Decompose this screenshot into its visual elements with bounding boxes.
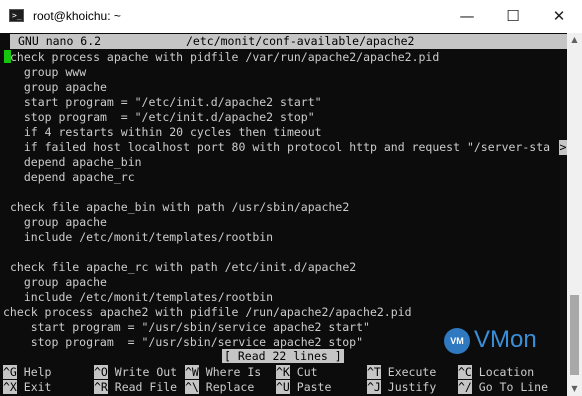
editor-line[interactable]: start program = "/usr/sbin/service apach… [3, 320, 370, 335]
scrollbar-thumb[interactable] [570, 295, 579, 375]
shortcut-label: Location [471, 365, 535, 379]
maximize-button[interactable]: ☐ [490, 0, 536, 33]
editor-line[interactable]: stop program = "/etc/init.d/apache2 stop… [10, 110, 315, 125]
shortcut-key: ^U [276, 380, 290, 394]
shortcut-item: ^X Exit [3, 380, 51, 395]
shortcut-key: ^O [94, 365, 108, 379]
terminal-icon: >_ [9, 9, 24, 22]
shortcut-item: ^U Paste [276, 380, 331, 395]
shortcut-label: Read File [107, 380, 178, 394]
shortcut-key: ^\ [185, 380, 199, 394]
shortcut-label: Replace [198, 380, 255, 394]
editor-line[interactable]: depend apache_rc [10, 170, 135, 185]
shortcut-label: Write Out [107, 365, 178, 379]
scroll-up-arrow-icon[interactable]: ▲ [567, 33, 582, 47]
line-overflow-marker: > [559, 140, 567, 155]
window-title: root@khoichu: ~ [33, 9, 121, 23]
shortcut-item: ^K Cut [276, 365, 318, 380]
shortcut-item: ^W Where Is [185, 365, 261, 380]
vertical-scrollbar[interactable]: ▲ ▼ [567, 33, 582, 396]
shortcut-item: ^G Help [3, 365, 51, 380]
shortcut-label: Cut [289, 365, 318, 379]
editor-line[interactable]: check process apache2 with pidfile /run/… [3, 305, 412, 320]
nano-version: GNU nano 6.2 [18, 34, 102, 48]
shortcut-label: Paste [289, 380, 332, 394]
editor-line[interactable]: stop program = "/usr/sbin/service apache… [3, 335, 363, 350]
shortcut-item: ^/ Go To Line [458, 380, 548, 395]
shortcut-item: ^\ Replace [185, 380, 254, 395]
shortcut-item: ^R Read File [94, 380, 177, 395]
shortcut-label: Where Is [198, 365, 262, 379]
vmon-logo-text: VMon [474, 326, 537, 353]
vmon-logo-icon: VM [444, 328, 470, 354]
editor-line[interactable]: group apache [10, 215, 107, 230]
editor-line[interactable]: include /etc/monit/templates/rootbin [10, 230, 273, 245]
shortcut-item: ^C Location [458, 365, 534, 380]
nano-header-bar: GNU nano 6.2 /etc/monit/conf-available/a… [10, 34, 567, 49]
shortcut-key: ^K [276, 365, 290, 379]
shortcut-key: ^C [458, 365, 472, 379]
editor-line[interactable]: check file apache_bin with path /usr/sbi… [10, 200, 349, 215]
shortcut-key: ^T [367, 365, 381, 379]
editor-line[interactable]: include /etc/monit/templates/rootbin [10, 290, 273, 305]
shortcut-label: Go To Line [471, 380, 549, 394]
editor-line[interactable]: start program = "/etc/init.d/apache2 sta… [10, 95, 322, 110]
editor-line[interactable]: check file apache_rc with path /etc/init… [10, 260, 356, 275]
shortcut-item: ^J Justify [367, 380, 436, 395]
editor-line[interactable]: group apache [10, 80, 107, 95]
shortcut-key: ^R [94, 380, 108, 394]
editor-line[interactable]: if 4 restarts within 20 cycles then time… [10, 125, 322, 140]
shortcut-label: Justify [380, 380, 437, 394]
minimize-button[interactable]: — [444, 0, 490, 33]
shortcut-key: ^J [367, 380, 381, 394]
shortcut-item: ^O Write Out [94, 365, 177, 380]
editor-line[interactable]: group apache [10, 275, 107, 290]
editor-line[interactable]: group www [10, 65, 86, 80]
shortcut-key: ^W [185, 365, 199, 379]
terminal-area[interactable]: GNU nano 6.2 /etc/monit/conf-available/a… [0, 33, 567, 396]
shortcut-label: Help [16, 365, 52, 379]
editor-line[interactable]: check process apache with pidfile /var/r… [10, 50, 439, 65]
editor-line[interactable]: if failed host localhost port 80 with pr… [10, 140, 550, 155]
shortcut-label: Execute [380, 365, 437, 379]
title-bar[interactable]: >_ root@khoichu: ~ — ☐ ✕ [0, 0, 582, 33]
shortcut-key: ^G [3, 365, 17, 379]
editor-line[interactable]: depend apache_bin [10, 155, 142, 170]
terminal-icon-glyph: >_ [12, 11, 22, 20]
nano-filename: /etc/monit/conf-available/apache2 [186, 34, 415, 48]
shortcut-key: ^/ [458, 380, 472, 394]
close-button[interactable]: ✕ [536, 0, 582, 33]
scroll-down-arrow-icon[interactable]: ▼ [567, 382, 582, 396]
shortcut-key: ^X [3, 380, 17, 394]
shortcut-item: ^T Execute [367, 365, 436, 380]
shortcut-label: Exit [16, 380, 52, 394]
status-message: [ Read 22 lines ] [222, 349, 344, 363]
